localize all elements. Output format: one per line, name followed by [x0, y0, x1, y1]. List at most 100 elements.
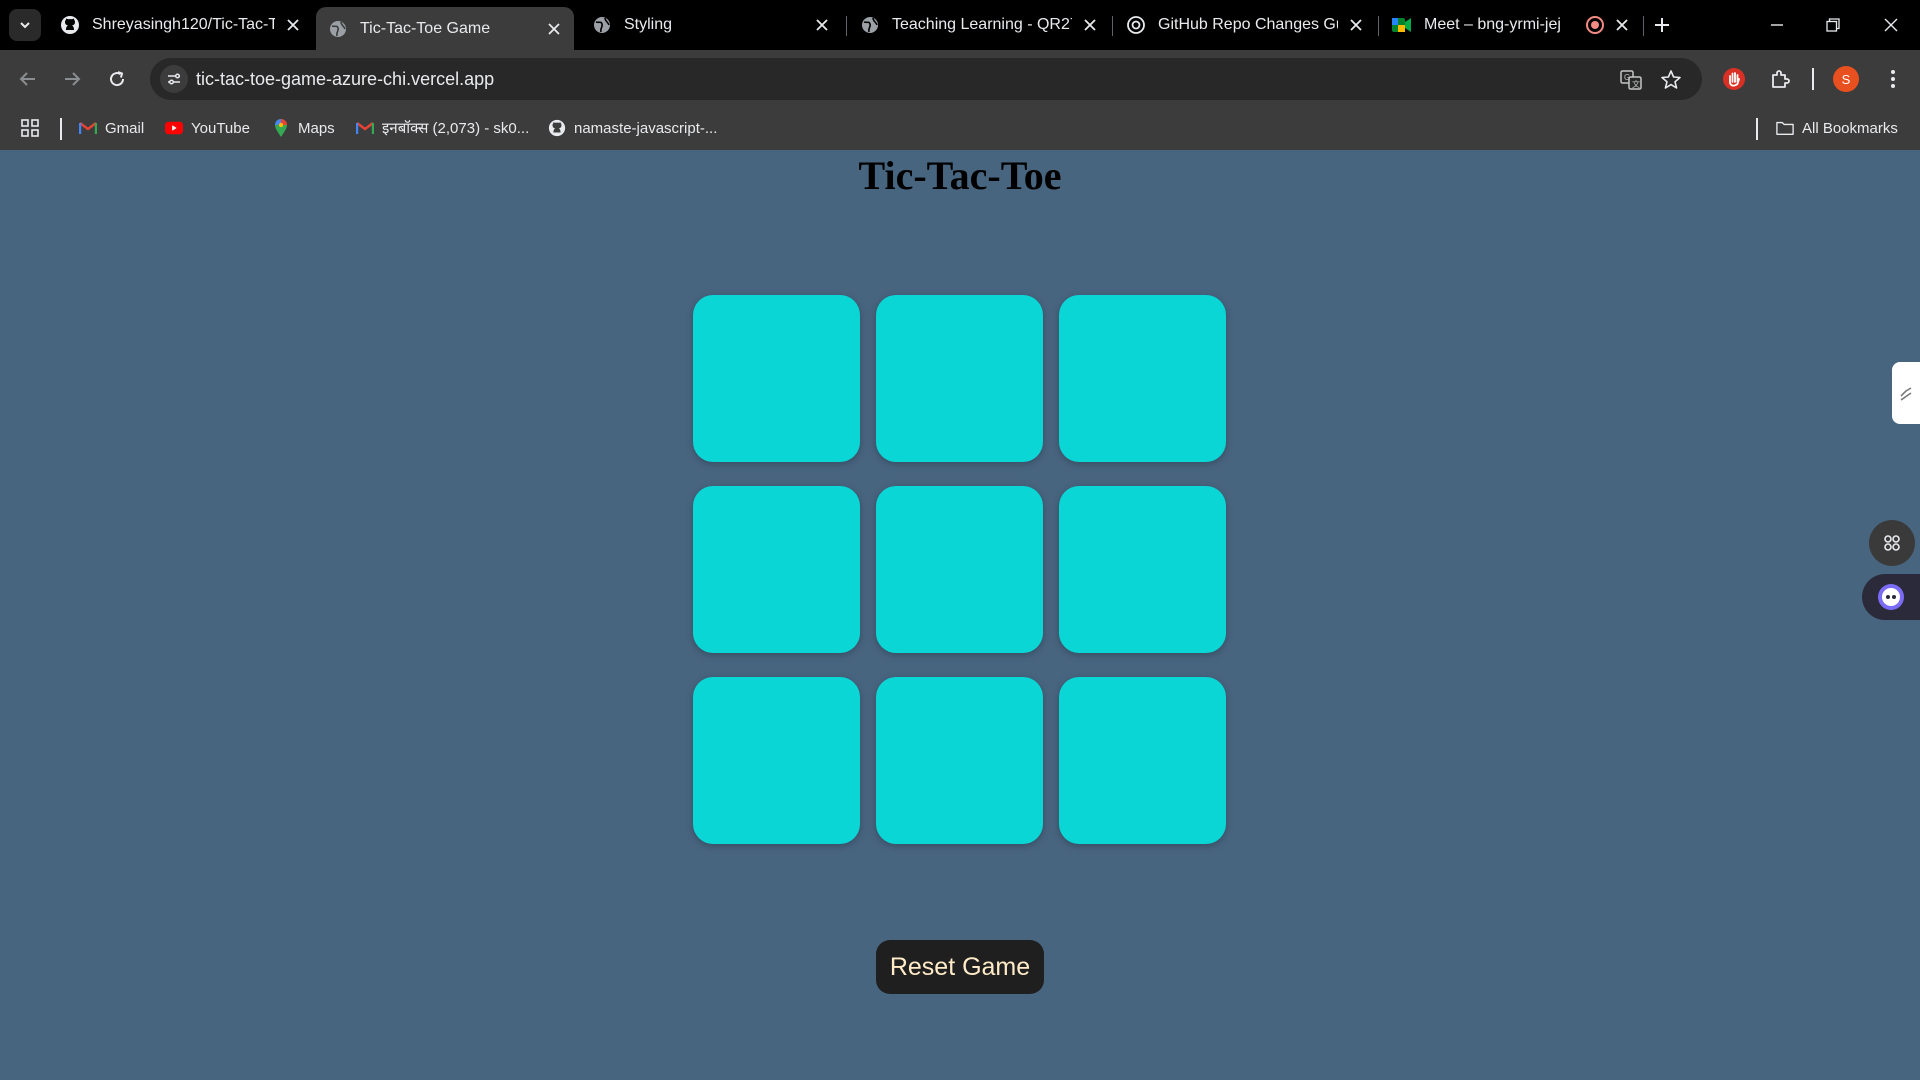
forward-button[interactable] — [56, 63, 88, 95]
globe-icon — [328, 19, 348, 39]
tab-styling[interactable]: Styling — [580, 7, 842, 43]
globe-icon — [592, 15, 612, 35]
page-title: Tic-Tac-Toe — [858, 153, 1062, 198]
bookmark-youtube[interactable]: YouTube — [165, 115, 250, 141]
profile-avatar[interactable]: S — [1830, 63, 1862, 95]
board-cell[interactable] — [693, 486, 860, 653]
board-cell[interactable] — [876, 677, 1043, 844]
translate-button[interactable]: G文 — [1618, 67, 1644, 93]
bookmark-label: इनबॉक्स (2,073) - sk0... — [382, 120, 530, 137]
all-bookmarks-label: All Bookmarks — [1802, 119, 1898, 137]
hand-stop-icon — [1723, 68, 1745, 90]
tab-divider — [1378, 16, 1379, 36]
avatar: S — [1833, 66, 1859, 92]
bookmarks-bar: Gmail YouTube Maps इनबॉक्स (2,073) - sk0… — [0, 107, 1920, 150]
side-panel-tab[interactable] — [1892, 362, 1920, 424]
bookmark-star-button[interactable] — [1658, 67, 1684, 93]
chevron-down-icon — [20, 22, 30, 29]
plus-icon — [1655, 18, 1669, 32]
puzzle-icon — [1772, 70, 1790, 88]
bookmark-gmail[interactable]: Gmail — [79, 115, 144, 141]
close-icon[interactable] — [1612, 15, 1632, 35]
all-bookmarks-button[interactable]: All Bookmarks — [1776, 115, 1898, 141]
board-cell[interactable] — [693, 677, 860, 844]
bookmark-maps[interactable]: Maps — [272, 115, 335, 141]
tab-github-repo[interactable]: Shreyasingh120/Tic-Tac-To — [48, 7, 313, 43]
youtube-icon — [165, 119, 183, 137]
collapse-icon — [1900, 387, 1912, 401]
url-text[interactable]: tic-tac-toe-game-azure-chi.vercel.app — [196, 69, 494, 90]
tab-title: Styling — [624, 16, 673, 33]
address-bar[interactable]: tic-tac-toe-game-azure-chi.vercel.app G文 — [150, 58, 1702, 100]
board-cell[interactable] — [876, 295, 1043, 462]
tab-google-meet[interactable]: Meet – bng-yrmi-jej — [1380, 7, 1642, 43]
tab-divider — [1112, 16, 1113, 36]
site-info-button[interactable] — [160, 65, 188, 93]
bookmark-gmail-inbox[interactable]: इनबॉक्स (2,073) - sk0... — [356, 115, 529, 141]
tune-icon — [168, 73, 181, 85]
gmail-icon — [356, 119, 374, 137]
command-icon — [1884, 535, 1900, 551]
reload-button[interactable] — [101, 63, 133, 95]
game-board — [693, 295, 1227, 844]
arrow-left-icon — [19, 72, 35, 86]
board-cell[interactable] — [1059, 295, 1226, 462]
bookmarks-divider — [60, 118, 62, 140]
close-icon[interactable] — [1346, 15, 1366, 35]
more-vertical-icon — [1891, 70, 1895, 88]
bookmark-namaste-javascript[interactable]: namaste-javascript-... — [548, 115, 717, 141]
floating-apps-button[interactable] — [1869, 520, 1915, 566]
chrome-menu-button[interactable] — [1877, 63, 1909, 95]
tab-title: Meet – bng-yrmi-jej — [1424, 16, 1561, 33]
svg-text:G: G — [1624, 73, 1630, 82]
maps-icon — [272, 119, 290, 137]
star-icon — [1661, 70, 1681, 89]
bookmark-label: Maps — [298, 119, 335, 137]
board-cell[interactable] — [693, 295, 860, 462]
svg-text:文: 文 — [1632, 79, 1640, 89]
tab-search-button[interactable] — [9, 9, 41, 41]
board-cell[interactable] — [1059, 677, 1226, 844]
gmail-icon — [79, 119, 97, 137]
window-close-button[interactable] — [1866, 8, 1916, 42]
extensions-button[interactable] — [1765, 63, 1797, 95]
globe-icon — [860, 15, 880, 35]
github-icon — [548, 119, 566, 137]
arrow-right-icon — [65, 72, 81, 86]
navigation-bar: tic-tac-toe-game-azure-chi.vercel.app G文… — [0, 50, 1920, 107]
bookmark-label: namaste-javascript-... — [574, 119, 718, 137]
tab-strip: Shreyasingh120/Tic-Tac-To Tic-Tac-Toe Ga… — [0, 0, 1920, 50]
new-tab-button[interactable] — [1648, 11, 1676, 39]
bookmark-label: Gmail — [105, 119, 145, 137]
close-icon[interactable] — [283, 15, 303, 35]
tab-teaching-learning[interactable]: Teaching Learning - QR27_ — [848, 7, 1110, 43]
bookmark-label: YouTube — [191, 119, 250, 137]
restore-button[interactable] — [1808, 8, 1858, 42]
reset-game-button[interactable]: Reset Game — [876, 940, 1044, 994]
board-cell[interactable] — [876, 486, 1043, 653]
floating-assistant-button[interactable] — [1862, 574, 1920, 620]
close-icon — [1884, 18, 1898, 32]
toolbar-divider — [1812, 68, 1814, 90]
tab-title: Tic-Tac-Toe Game — [360, 19, 491, 37]
openai-icon — [1126, 15, 1146, 35]
back-button[interactable] — [12, 63, 44, 95]
tab-title: GitHub Repo Changes Guic — [1158, 16, 1338, 33]
close-icon[interactable] — [1080, 15, 1100, 35]
minimize-button[interactable] — [1752, 8, 1802, 42]
apps-button[interactable] — [20, 115, 40, 141]
tab-tic-tac-toe-game[interactable]: Tic-Tac-Toe Game — [316, 7, 574, 50]
close-icon[interactable] — [544, 19, 564, 39]
assistant-icon — [1878, 584, 1904, 610]
tab-github-repo-changes[interactable]: GitHub Repo Changes Guic — [1114, 7, 1376, 43]
board-cell[interactable] — [1059, 486, 1226, 653]
bookmarks-divider — [1756, 118, 1758, 140]
close-icon[interactable] — [812, 15, 832, 35]
apps-grid-icon — [21, 119, 39, 137]
extension-button[interactable] — [1718, 63, 1750, 95]
game-page: Tic-Tac-Toe Reset Game — [0, 150, 1920, 1080]
minimize-icon — [1771, 24, 1783, 26]
google-meet-icon — [1392, 15, 1412, 35]
github-icon — [60, 15, 80, 35]
reload-icon — [110, 71, 125, 87]
